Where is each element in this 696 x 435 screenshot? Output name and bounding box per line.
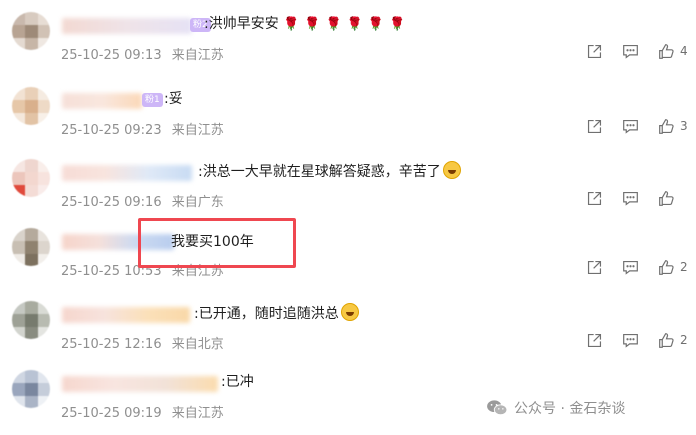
avatar[interactable] [12,228,50,266]
comment-icon [622,333,638,348]
reply-button[interactable] [620,257,640,277]
comment-item: :洪总一大早就在星球解答疑惑，辛苦了 25-10-25 09:16 来自广东 [0,157,696,215]
username-blurred[interactable] [62,93,142,109]
share-button[interactable] [584,330,604,350]
avatar[interactable] [12,370,50,408]
like-button[interactable] [656,41,676,61]
share-button[interactable] [584,257,604,277]
comment-actions: 4 [568,41,688,61]
username-blurred[interactable] [62,18,192,34]
comment-item: :已开通，随时追随洪总 25-10-25 12:16 来自北京 2 [0,299,696,357]
tired-face-emoji-icon [442,161,461,179]
comment-actions: 2 [568,330,688,350]
comment-location: 来自广东 [171,195,224,210]
like-button[interactable] [656,330,676,350]
thumbs-up-icon [658,118,674,134]
share-icon [587,44,601,58]
rose-emojis: 🌹🌹🌹🌹🌹🌹 [283,17,411,32]
highlight-box [138,218,296,268]
comment-meta: 25-10-25 09:16 来自广东 [61,191,224,210]
comment-time: 25-10-25 09:13 [61,48,162,63]
comment-time: 25-10-25 09:19 [61,406,162,421]
fan-badge: 粉1 [142,93,163,107]
reply-button[interactable] [620,330,640,350]
comment-text-body: :洪总一大早就在星球解答疑惑，辛苦了 [198,164,441,180]
avatar[interactable] [12,12,50,50]
like-count: 2 [680,333,688,347]
comment-text: :洪帅早安安 🌹🌹🌹🌹🌹🌹 [204,14,410,35]
comment-meta: 25-10-25 09:23 来自江苏 [61,119,224,138]
comment-actions: 3 [568,116,688,136]
thumbs-up-icon [658,259,674,275]
like-count: 3 [680,119,688,133]
comment-meta: 25-10-25 12:16 来自北京 [61,333,224,352]
like-button[interactable] [656,116,676,136]
comment-text: :妥 [164,89,183,109]
share-icon [587,119,601,133]
like-count: 2 [680,260,688,274]
comment-icon [622,260,638,275]
thumbs-up-icon [658,190,674,206]
comment-text: :洪总一大早就在星球解答疑惑，辛苦了 [198,161,461,182]
comment-item: 粉1 :妥 25-10-25 09:23 来自江苏 3 [0,85,696,143]
share-button[interactable] [584,188,604,208]
comment-text-body: :洪帅早安安 [204,16,279,32]
share-icon [587,333,601,347]
comment-time: 25-10-25 09:16 [61,195,162,210]
reply-button[interactable] [620,41,640,61]
like-count: 4 [680,44,688,58]
comment-time: 25-10-25 09:23 [61,123,162,138]
comment-text: :已开通，随时追随洪总 [194,303,359,324]
thumbs-up-icon [658,332,674,348]
comment-location: 来自北京 [171,337,224,352]
share-button[interactable] [584,41,604,61]
comment-icon [622,191,638,206]
comment-item: 我要买100年 25-10-25 10:53 来自江苏 2 [0,226,696,284]
comment-icon [622,119,638,134]
username-blurred[interactable] [62,307,190,323]
share-icon [587,260,601,274]
reply-button[interactable] [620,116,640,136]
grinning-face-emoji-icon [340,303,359,321]
wechat-icon [487,400,508,416]
like-button[interactable] [656,188,676,208]
comment-location: 来自江苏 [171,123,224,138]
username-blurred[interactable] [62,165,192,181]
comment-meta: 25-10-25 09:13 来自江苏 [61,44,224,63]
like-button[interactable] [656,257,676,277]
comment-meta: 25-10-25 09:19 来自江苏 [61,402,224,421]
avatar[interactable] [12,159,50,197]
comment-actions [568,188,688,208]
watermark-text: 公众号 · 金石杂谈 [514,401,626,417]
comment-icon [622,44,638,59]
comment-item: 粉2 :洪帅早安安 🌹🌹🌹🌹🌹🌹 25-10-25 09:13 来自江苏 4 [0,10,696,68]
avatar[interactable] [12,87,50,125]
avatar[interactable] [12,301,50,339]
comment-text: :已冲 [221,372,254,392]
watermark: 公众号 · 金石杂谈 [486,398,625,418]
comment-text-body: :妥 [164,91,183,107]
comment-text-body: :已冲 [221,374,254,390]
share-button[interactable] [584,116,604,136]
comment-location: 来自江苏 [171,48,224,63]
comment-actions: 2 [568,257,688,277]
reply-button[interactable] [620,188,640,208]
comment-time: 25-10-25 12:16 [61,337,162,352]
comment-location: 来自江苏 [171,406,224,421]
username-blurred[interactable] [62,376,218,392]
comment-text-body: :已开通，随时追随洪总 [194,306,339,322]
share-icon [587,191,601,205]
thumbs-up-icon [658,43,674,59]
